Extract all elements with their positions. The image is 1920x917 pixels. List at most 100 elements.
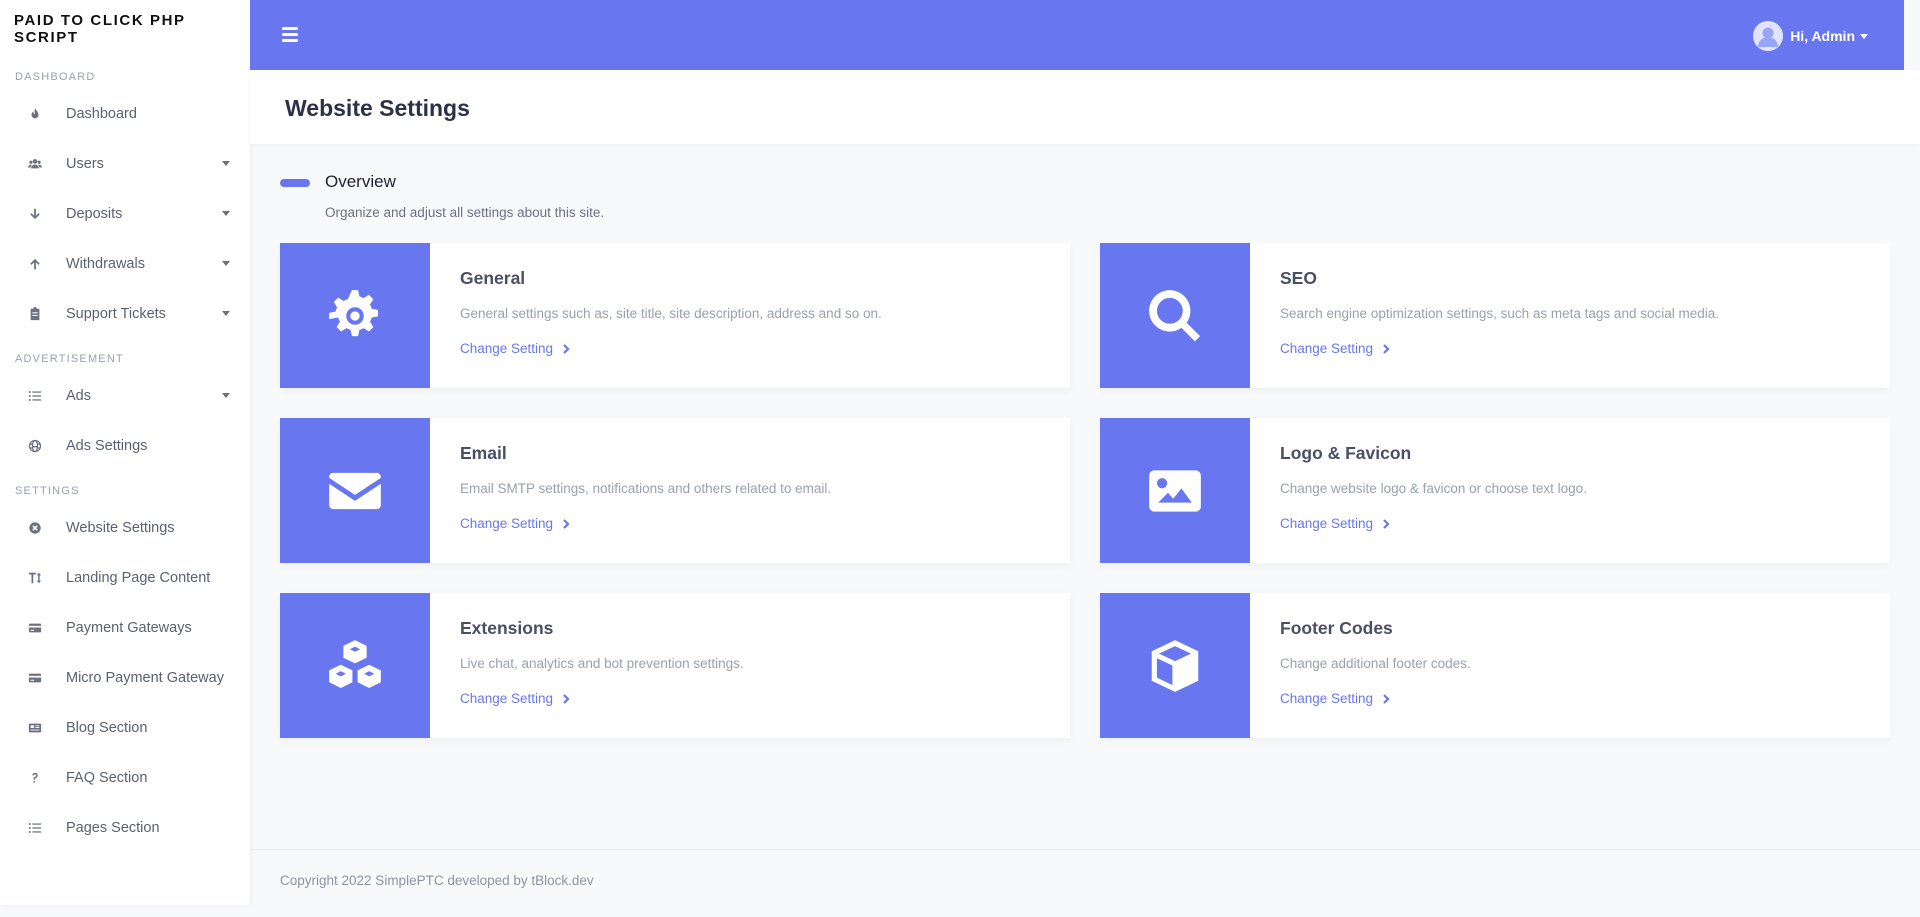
text-height-icon	[25, 568, 45, 588]
sidebar-item-label: Support Tickets	[66, 306, 166, 322]
sidebar-item-faq-section[interactable]: FAQ Section	[0, 753, 250, 803]
hamburger-menu-icon[interactable]	[282, 27, 298, 42]
avatar	[1753, 21, 1784, 51]
chevron-right-icon	[1383, 693, 1390, 704]
footer-divider	[250, 849, 1920, 850]
card-description: Change additional footer codes.	[1280, 656, 1471, 671]
overview-description: Organize and adjust all settings about t…	[325, 205, 605, 220]
caret-down-icon	[222, 261, 230, 266]
sidebar-item-label: Landing Page Content	[66, 570, 211, 586]
user-greeting: Hi, Admin	[1790, 28, 1855, 44]
link-label: Change Setting	[460, 341, 554, 356]
sidebar-item-micro-payment-gateway[interactable]: Micro Payment Gateway	[0, 653, 250, 703]
globe-icon	[25, 436, 45, 456]
list-icon	[25, 818, 45, 838]
topbar: Hi, Admin	[250, 0, 1904, 70]
brand-logo[interactable]: PAID TO CLICK PHP SCRIPT	[0, 0, 250, 57]
image-icon	[1100, 418, 1250, 563]
settings-card-email: Email Email SMTP settings, notifications…	[280, 418, 1070, 563]
change-setting-link-logo-favicon[interactable]: Change Setting	[1280, 516, 1587, 531]
sidebar-item-label: Blog Section	[66, 720, 148, 736]
settings-card-logo-favicon: Logo & Favicon Change website logo & fav…	[1100, 418, 1890, 563]
sidebar-item-deposits[interactable]: Deposits	[0, 189, 250, 239]
nav-section-settings: SETTINGS	[15, 485, 80, 497]
clipboard-icon	[25, 304, 45, 324]
sidebar-item-blog-section[interactable]: Blog Section	[0, 703, 250, 753]
chevron-right-icon	[563, 343, 570, 354]
settings-card-general: General General settings such as, site t…	[280, 243, 1070, 388]
card-title: Email	[460, 443, 507, 463]
cube-icon	[1100, 593, 1250, 738]
sidebar-item-label: Pages Section	[66, 820, 160, 836]
card-title: Logo & Favicon	[1280, 443, 1412, 463]
card-title: Extensions	[460, 618, 554, 638]
settings-circle-icon	[25, 518, 45, 538]
sidebar-item-ads-settings[interactable]: Ads Settings	[0, 421, 250, 471]
nav-section-advertisement: ADVERTISEMENT	[15, 353, 124, 365]
change-setting-link-seo[interactable]: Change Setting	[1280, 341, 1719, 356]
caret-down-icon	[222, 311, 230, 316]
nav-section-dashboard: DASHBOARD	[15, 71, 96, 83]
caret-down-icon	[222, 211, 230, 216]
sidebar-item-label: Dashboard	[66, 106, 137, 122]
card-description: Search engine optimization settings, suc…	[1280, 306, 1719, 321]
sidebar-item-label: Micro Payment Gateway	[66, 670, 224, 686]
card-description: Change website logo & favicon or choose …	[1280, 481, 1587, 496]
change-setting-link-extensions[interactable]: Change Setting	[460, 691, 744, 706]
question-icon	[25, 768, 45, 788]
card-description: Live chat, analytics and bot prevention …	[460, 656, 744, 671]
user-menu[interactable]: Hi, Admin	[1753, 21, 1868, 51]
caret-down-icon	[222, 393, 230, 398]
sidebar-item-users[interactable]: Users	[0, 139, 250, 189]
caret-down-icon	[1860, 33, 1868, 39]
settings-card-footer-codes: Footer Codes Change additional footer co…	[1100, 593, 1890, 738]
sidebar-item-ads[interactable]: Ads	[0, 371, 250, 421]
link-label: Change Setting	[460, 691, 554, 706]
chevron-right-icon	[1383, 343, 1390, 354]
caret-down-icon	[222, 161, 230, 166]
chevron-right-icon	[1383, 518, 1390, 529]
card-title: SEO	[1280, 268, 1317, 288]
list-icon	[25, 386, 45, 406]
chevron-right-icon	[563, 693, 570, 704]
credit-card-icon	[25, 668, 45, 688]
sidebar-item-label: Ads Settings	[66, 438, 148, 454]
arrow-up-icon	[25, 254, 45, 274]
link-label: Change Setting	[1280, 691, 1374, 706]
overview-accent-bar	[280, 179, 310, 187]
chevron-right-icon	[563, 518, 570, 529]
credit-card-icon	[25, 618, 45, 638]
sidebar-item-pages-section[interactable]: Pages Section	[0, 803, 250, 853]
card-description: Email SMTP settings, notifications and o…	[460, 481, 832, 496]
link-label: Change Setting	[1280, 516, 1374, 531]
overview-title: Overview	[325, 172, 396, 191]
sidebar-item-label: Deposits	[66, 206, 123, 222]
sidebar-item-label: Users	[66, 156, 104, 172]
users-icon	[25, 154, 45, 174]
settings-card-seo: SEO Search engine optimization settings,…	[1100, 243, 1890, 388]
sidebar-item-payment-gateways[interactable]: Payment Gateways	[0, 603, 250, 653]
page-title: Website Settings	[285, 95, 470, 121]
sidebar-item-withdrawals[interactable]: Withdrawals	[0, 239, 250, 289]
change-setting-link-email[interactable]: Change Setting	[460, 516, 831, 531]
gear-icon	[280, 243, 430, 388]
link-label: Change Setting	[460, 516, 554, 531]
flame-icon	[25, 104, 45, 124]
arrow-down-icon	[25, 204, 45, 224]
search-icon	[1100, 243, 1250, 388]
change-setting-link-footer-codes[interactable]: Change Setting	[1280, 691, 1471, 706]
sidebar-item-dashboard[interactable]: Dashboard	[0, 89, 250, 139]
settings-card-extensions: Extensions Live chat, analytics and bot …	[280, 593, 1070, 738]
sidebar-item-label: Withdrawals	[66, 256, 145, 272]
card-title: Footer Codes	[1280, 618, 1393, 638]
footer-copyright: Copyright 2022 SimplePTC developed by tB…	[280, 873, 594, 888]
page-header: Website Settings	[250, 70, 1920, 144]
card-description: General settings such as, site title, si…	[460, 306, 882, 321]
sidebar-item-label: Ads	[66, 388, 91, 404]
cubes-icon	[280, 593, 430, 738]
sidebar-item-support-tickets[interactable]: Support Tickets	[0, 289, 250, 339]
change-setting-link-general[interactable]: Change Setting	[460, 341, 882, 356]
card-title: General	[460, 268, 526, 288]
sidebar-item-website-settings[interactable]: Website Settings	[0, 503, 250, 553]
sidebar-item-landing-page-content[interactable]: Landing Page Content	[0, 553, 250, 603]
